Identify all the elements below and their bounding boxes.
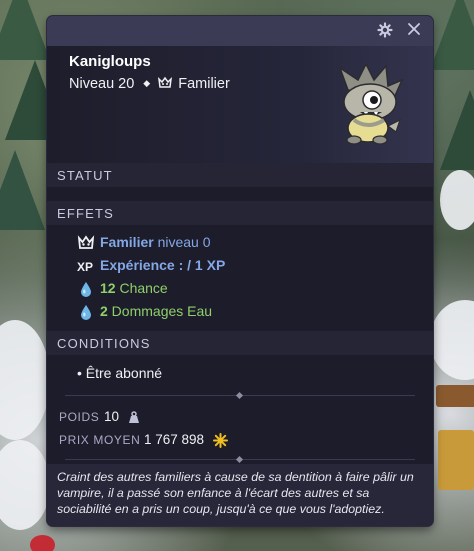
item-level-line: Niveau 20 ◆ Familier: [69, 76, 230, 92]
section-title-conditions: CONDITIONS: [57, 336, 151, 351]
prix-moyen-value: 1 767 898: [144, 432, 205, 447]
section-header-statut: STATUT: [47, 163, 433, 187]
gear-icon[interactable]: [376, 22, 394, 40]
section-title-statut: STATUT: [57, 168, 113, 183]
weight-icon: [129, 411, 139, 423]
section-header-conditions: CONDITIONS: [47, 331, 433, 355]
effect-chance-label: Chance: [115, 280, 168, 296]
item-description: Craint des autres familiers à cause de s…: [47, 464, 433, 526]
poids-value: 10: [104, 409, 120, 424]
divider-diamond: [235, 455, 244, 464]
pet-type-icon: [158, 76, 173, 88]
poids-label: POIDS: [59, 410, 100, 424]
kama-icon: [213, 433, 228, 448]
prix-moyen-label: PRIX MOYEN: [59, 433, 141, 447]
close-icon[interactable]: [405, 22, 423, 40]
effect-dommages-label: Dommages Eau: [107, 303, 213, 319]
tooltip-titlebar: [47, 16, 433, 46]
water-drop-icon: [81, 305, 91, 320]
svg-text:XP: XP: [77, 260, 93, 274]
item-type: Familier: [178, 76, 230, 92]
effect-chance-value: 12: [100, 280, 116, 296]
conditions-body: • Être abonné POIDS 10 PRIX MOYEN 1 767 …: [47, 355, 433, 464]
item-level: Niveau 20: [69, 76, 135, 92]
section-title-effets: EFFETS: [57, 206, 115, 221]
effect-familier-name: Familier: [100, 234, 154, 250]
item-description-text: Craint des autres familiers à cause de s…: [57, 470, 414, 516]
statut-body: [47, 187, 433, 201]
pet-portrait: [338, 62, 404, 145]
water-drop-icon: [81, 282, 91, 297]
effect-experience-text: Expérience : / 1 XP: [100, 257, 226, 273]
item-tooltip-panel: Kanigloups Niveau 20 ◆ Familier STATUT EFF…: [47, 16, 433, 526]
pet-icon: [77, 235, 95, 249]
item-name: Kanigloups: [69, 53, 151, 70]
effect-familier-level: niveau 0: [153, 234, 211, 250]
divider-diamond: [235, 391, 244, 400]
xp-icon: XP: [77, 260, 93, 274]
effects-list: Familier niveau 0 XP Expérience : / 1 XP…: [47, 225, 433, 331]
separator-diamond: ◆: [143, 78, 151, 88]
section-header-effets: EFFETS: [47, 201, 433, 225]
effect-dommages-value: 2: [100, 303, 108, 319]
item-header: Kanigloups Niveau 20 ◆ Familier: [47, 46, 433, 178]
condition-item: • Être abonné: [77, 365, 163, 381]
